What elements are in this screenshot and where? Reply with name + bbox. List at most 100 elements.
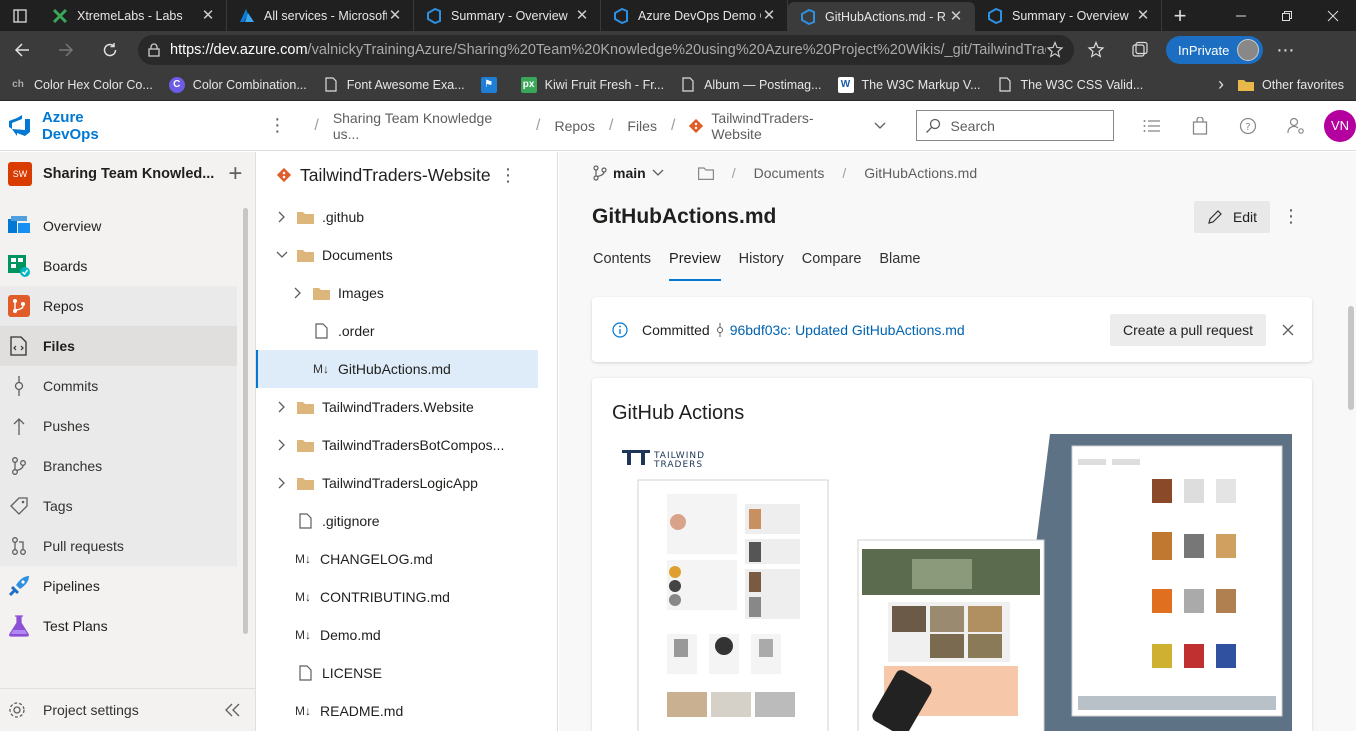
tree-file-demo[interactable]: M↓ Demo.md xyxy=(256,616,538,654)
browser-tab-6[interactable]: Summary - Overview ✕ xyxy=(975,0,1162,31)
tree-file-license[interactable]: LICENSE xyxy=(256,654,538,692)
chevron-right-icon[interactable] xyxy=(274,477,290,489)
new-tab-button[interactable]: + xyxy=(1162,0,1198,31)
back-icon[interactable] xyxy=(0,31,44,69)
tree-folder-documents[interactable]: Documents xyxy=(256,236,538,274)
browser-tab-3[interactable]: Summary - Overview ✕ xyxy=(414,0,601,31)
chevron-right-icon[interactable] xyxy=(274,211,290,223)
close-tab-icon[interactable]: ✕ xyxy=(574,7,590,24)
commit-link[interactable]: 96bdf03c: Updated GitHubActions.md xyxy=(730,322,965,338)
close-tab-icon[interactable]: ✕ xyxy=(1135,7,1151,24)
close-tab-icon[interactable]: ✕ xyxy=(387,7,403,24)
collections-icon[interactable] xyxy=(1118,41,1162,59)
tab-contents[interactable]: Contents xyxy=(593,251,651,281)
breadcrumb-files[interactable]: Files xyxy=(627,118,657,134)
tree-folder-github[interactable]: .github xyxy=(256,198,538,236)
task-list-icon[interactable] xyxy=(1128,119,1176,133)
tab-preview[interactable]: Preview xyxy=(669,251,721,281)
nav-branches[interactable]: Branches xyxy=(0,446,237,486)
tab-actions-icon[interactable] xyxy=(0,0,40,31)
browser-tab-1[interactable]: XtremeLabs - Labs ✕ xyxy=(40,0,227,31)
content-scrollbar[interactable] xyxy=(1348,306,1354,410)
help-icon[interactable]: ? xyxy=(1224,117,1272,135)
project-settings-link[interactable]: Project settings xyxy=(0,688,256,731)
nav-pull-requests[interactable]: Pull requests xyxy=(0,526,237,566)
favorite-link[interactable]: ch Color Hex Color Co... xyxy=(10,77,153,93)
tree-folder-images[interactable]: Images xyxy=(256,274,538,312)
edit-button[interactable]: Edit xyxy=(1194,200,1270,233)
other-favorites-folder[interactable]: Other favorites xyxy=(1238,78,1344,92)
create-pull-request-button[interactable]: Create a pull request xyxy=(1110,313,1266,346)
url-field[interactable]: https://dev.azure.com/valnickyTrainingAz… xyxy=(138,35,1074,65)
restore-icon[interactable] xyxy=(1264,0,1310,31)
nav-commits[interactable]: Commits xyxy=(0,366,237,406)
favorites-icon[interactable] xyxy=(1074,41,1118,59)
user-avatar[interactable]: VN xyxy=(1324,109,1356,142)
favorite-link[interactable]: ⚑Font Awesome Exa... xyxy=(480,76,505,93)
chevron-down-icon[interactable] xyxy=(874,122,886,130)
ado-home-link[interactable]: Azure DevOps xyxy=(8,109,144,143)
forward-icon[interactable] xyxy=(44,31,88,69)
tree-file-gitignore[interactable]: .gitignore xyxy=(256,502,538,540)
tab-history[interactable]: History xyxy=(739,251,784,281)
settings-more-icon[interactable]: ⋯ xyxy=(1263,40,1307,61)
refresh-icon[interactable] xyxy=(88,31,132,69)
browser-tab-2[interactable]: All services - Microsoft ✕ xyxy=(227,0,414,31)
favorite-link[interactable]: Font Awesome Exa... xyxy=(323,77,465,93)
chevron-right-icon[interactable]: › xyxy=(1218,74,1224,95)
marketplace-bag-icon[interactable] xyxy=(1176,116,1224,135)
close-tab-icon[interactable]: ✕ xyxy=(200,7,216,24)
close-icon[interactable] xyxy=(1282,324,1294,336)
sidebar-scrollbar[interactable] xyxy=(243,208,248,634)
tree-file-contributing[interactable]: M↓ CONTRIBUTING.md xyxy=(256,578,538,616)
chevron-right-icon[interactable] xyxy=(290,287,306,299)
tree-folder-botcomposer[interactable]: TailwindTradersBotCompos... xyxy=(256,426,538,464)
tree-folder-website[interactable]: TailwindTraders.Website xyxy=(256,388,538,426)
more-actions-icon[interactable]: ⋮ xyxy=(268,115,286,136)
chevron-down-icon[interactable] xyxy=(274,251,290,259)
tree-file-readme[interactable]: M↓ README.md xyxy=(256,692,538,730)
chevron-right-icon[interactable] xyxy=(274,439,290,451)
favorite-link[interactable]: Album — Postimag... xyxy=(680,77,822,93)
tab-blame[interactable]: Blame xyxy=(879,251,920,281)
tree-file-changelog[interactable]: M↓ CHANGELOG.md xyxy=(256,540,538,578)
close-window-icon[interactable] xyxy=(1310,0,1356,31)
folder-icon[interactable] xyxy=(697,166,714,180)
tree-folder-logicapp[interactable]: TailwindTradersLogicApp xyxy=(256,464,538,502)
nav-test-plans[interactable]: Test Plans xyxy=(0,606,237,646)
project-selector[interactable]: SW Sharing Team Knowled... + xyxy=(0,152,255,196)
user-settings-icon[interactable] xyxy=(1272,117,1320,135)
nav-files[interactable]: Files xyxy=(0,326,237,366)
minimize-icon[interactable] xyxy=(1218,0,1264,31)
collapse-nav-icon[interactable] xyxy=(224,703,240,717)
favorite-link[interactable]: The W3C CSS Valid... xyxy=(997,77,1143,93)
nav-tags[interactable]: Tags xyxy=(0,486,237,526)
nav-repos[interactable]: Repos xyxy=(0,286,237,326)
tab-compare[interactable]: Compare xyxy=(802,251,862,281)
tree-file-githubactions[interactable]: M↓ GitHubActions.md xyxy=(256,350,538,388)
nav-pipelines[interactable]: Pipelines xyxy=(0,566,237,606)
lock-icon[interactable] xyxy=(148,43,160,57)
add-favorite-icon[interactable] xyxy=(1046,41,1064,59)
favorite-link[interactable]: C Color Combination... xyxy=(168,76,307,93)
chevron-right-icon[interactable] xyxy=(274,401,290,413)
file-more-icon[interactable]: ⋮ xyxy=(1282,206,1300,227)
tree-file-order[interactable]: .order xyxy=(256,312,538,350)
browser-tab-4[interactable]: Azure DevOps Demo G ✕ xyxy=(601,0,788,31)
nav-overview[interactable]: Overview xyxy=(0,206,237,246)
close-tab-icon[interactable]: ✕ xyxy=(948,8,964,25)
close-tab-icon[interactable]: ✕ xyxy=(761,7,777,24)
breadcrumb-repos[interactable]: Repos xyxy=(554,118,594,134)
search-input[interactable]: Search xyxy=(915,110,1115,141)
nav-pushes[interactable]: Pushes xyxy=(0,406,237,446)
favorite-link[interactable]: px Kiwi Fruit Fresh - Fr... xyxy=(520,76,664,93)
favorite-link[interactable]: W The W3C Markup V... xyxy=(837,76,981,93)
breadcrumb-repo[interactable]: TailwindTraders-Website xyxy=(711,110,863,142)
path-documents[interactable]: Documents xyxy=(754,165,825,181)
breadcrumb-project[interactable]: Sharing Team Knowledge us... xyxy=(333,110,522,142)
inprivate-button[interactable]: InPrivate xyxy=(1166,36,1264,64)
browser-tab-5[interactable]: GitHubActions.md - R ✕ xyxy=(788,2,975,31)
repo-more-icon[interactable]: ⋮ xyxy=(499,165,517,186)
branch-selector[interactable]: main xyxy=(593,165,664,181)
add-icon[interactable]: + xyxy=(228,160,242,188)
